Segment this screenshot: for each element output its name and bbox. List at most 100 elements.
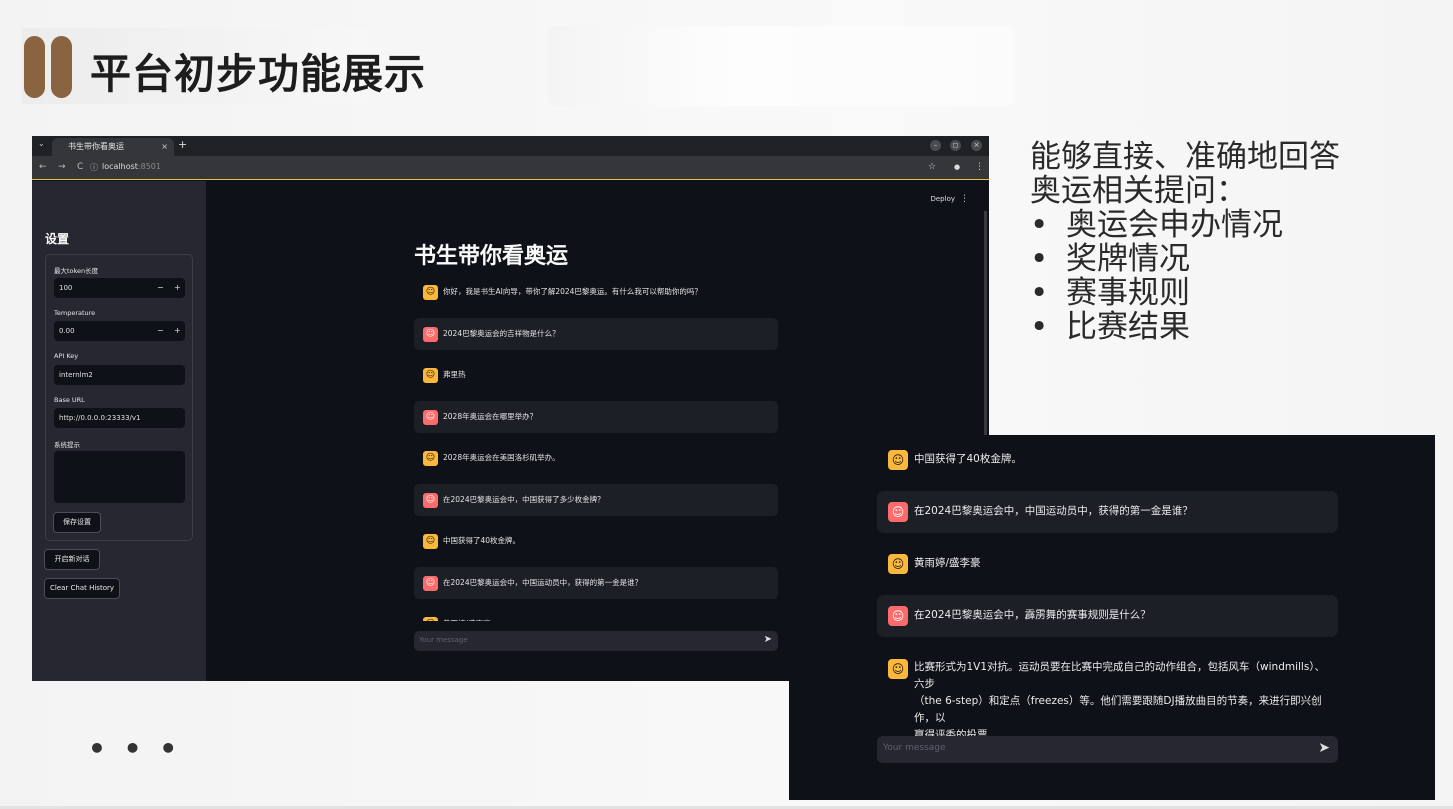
minimize-icon[interactable]: – [930, 140, 941, 151]
bot-avatar-icon: ☺ [888, 554, 908, 574]
message-user: ☺ 在2024巴黎奥运会中，中国运动员中，获得的第一金是谁？ [414, 566, 778, 599]
max-token-input[interactable]: 100 − + [54, 278, 185, 298]
save-settings-button[interactable]: 保存设置 [53, 512, 101, 533]
profile-icon[interactable]: ● [954, 163, 960, 171]
forward-icon[interactable]: → [58, 162, 66, 172]
feature-list: 能够直接、准确地回答 奥运相关提问： 奥运会申办情况 奖牌情况 赛事规则 比赛结… [1030, 140, 1340, 344]
tab-list-icon[interactable]: ⌄ [38, 139, 45, 148]
message-bot: ☺ 黄雨婷/盛李豪 [414, 608, 778, 621]
zoom-message-bot: ☺ 黄雨婷/盛李豪 [877, 549, 1338, 579]
window-close-icon[interactable]: × [971, 140, 982, 151]
zoom-message-text: 比赛形式为1V1对抗。运动员要在比赛中完成自己的动作组合，包括风车（windmi… [914, 659, 1334, 744]
new-chat-button[interactable]: 开启新对话 [44, 549, 100, 570]
new-tab-icon[interactable]: + [178, 138, 187, 151]
zoom-message-line: 比赛形式为1V1对抗。运动员要在比赛中完成自己的动作组合，包括风车（windmi… [914, 661, 1326, 690]
chat-title: 书生带你看奥运 [414, 244, 569, 269]
zoom-chat-input[interactable]: Your message ➤ [877, 736, 1338, 763]
max-token-increment-icon[interactable]: + [174, 278, 181, 298]
reload-icon[interactable]: C [77, 162, 83, 172]
temperature-decrement-icon[interactable]: − [157, 321, 164, 341]
feature-item: 比赛结果 [1030, 310, 1340, 344]
maximize-icon[interactable]: ◻ [950, 140, 961, 151]
feature-item: 奥运会申办情况 [1030, 208, 1340, 242]
message-text: 中国获得了40枚金牌。 [443, 536, 521, 545]
feature-intro-line2: 奥运相关提问： [1030, 173, 1247, 209]
temperature-label: Temperature [54, 309, 96, 317]
message-text: 黄雨婷/盛李豪 [443, 618, 491, 621]
ellipsis: • • • [88, 732, 182, 765]
bot-avatar-icon: ☺ [423, 451, 438, 466]
message-user: ☺ 在2024巴黎奥运会中，中国获得了多少枚金牌？ [414, 483, 778, 516]
slide: 平台初步功能展示 ⌄ 书生带你看奥运 × + – ◻ × ← → C ⓘ loc… [0, 0, 1453, 809]
sidebar-title: 设置 [45, 232, 70, 246]
feature-intro-line1: 能够直接、准确地回答 [1030, 139, 1340, 175]
browser-tab[interactable]: 书生带你看奥运 × [52, 138, 174, 156]
app-menu-icon[interactable]: ⋮ [960, 194, 969, 204]
api-key-label: API Key [54, 352, 79, 360]
message-user: ☺ 2024巴黎奥运会的吉祥物是什么？ [414, 317, 778, 350]
clear-chat-button[interactable]: Clear Chat History [44, 578, 120, 599]
tab-close-icon[interactable]: × [161, 138, 168, 156]
user-avatar-icon: ☺ [888, 502, 908, 522]
user-avatar-icon: ☺ [888, 606, 908, 626]
send-icon[interactable]: ➤ [764, 634, 772, 645]
site-info-icon[interactable]: ⓘ [90, 162, 98, 173]
zoom-input-placeholder: Your message [883, 743, 946, 753]
zoom-message-user: ☺ 在2024巴黎奥运会中，中国运动员中，获得的第一金是谁？ [877, 491, 1338, 533]
bot-avatar-icon: ☺ [423, 368, 438, 383]
feature-item: 赛事规则 [1030, 276, 1340, 310]
zoom-message-text: 黄雨婷/盛李豪 [914, 557, 981, 569]
settings-form: 最大token长度 100 − + Temperature 0.00 − + A… [45, 254, 193, 541]
zoomed-chat: ☺ 中国获得了40枚金牌。 ☺ 在2024巴黎奥运会中，中国运动员中，获得的第一… [789, 435, 1435, 800]
max-token-value: 100 [59, 284, 73, 292]
bot-avatar-icon: ☺ [423, 534, 438, 549]
zoom-message-user: ☺ 在2024巴黎奥运会中，霹雳舞的赛事规则是什么？ [877, 595, 1338, 637]
message-bot: ☺ 2028年奥运会在美国洛杉矶举办。 [414, 442, 778, 474]
user-avatar-icon: ☺ [423, 575, 438, 591]
bookmark-star-icon[interactable]: ☆ [928, 162, 936, 172]
accent-pill-left [24, 36, 45, 98]
base-url-input[interactable]: http://0.0.0.0:23333/v1 [54, 408, 185, 428]
message-bot: ☺ 弗里热 [414, 359, 778, 391]
temperature-input[interactable]: 0.00 − + [54, 321, 185, 341]
system-prompt-label: 系统提示 [54, 441, 80, 449]
message-text: 弗里热 [443, 370, 466, 379]
url-port: :8501 [137, 162, 161, 171]
back-icon[interactable]: ← [39, 162, 47, 172]
bot-avatar-icon: ☺ [423, 617, 438, 621]
sidebar: 设置 最大token长度 100 − + Temperature 0.00 − … [32, 181, 206, 681]
zoom-send-icon[interactable]: ➤ [1318, 740, 1330, 756]
bot-avatar-icon: ☺ [423, 285, 438, 300]
message-bot: ☺ 中国获得了40枚金牌。 [414, 525, 778, 557]
message-text: 2028年奥运会在哪里举办？ [443, 411, 538, 421]
user-avatar-icon: ☺ [423, 492, 438, 508]
max-token-decrement-icon[interactable]: − [157, 278, 164, 298]
api-key-input[interactable]: internlm2 [54, 365, 185, 385]
base-url-label: Base URL [54, 396, 85, 404]
message-text: 你好，我是书生AI向导，带你了解2024巴黎奥运。有什么我可以帮助你的吗？ [443, 287, 702, 296]
tab-strip: ⌄ 书生带你看奥运 × + – ◻ × [32, 136, 989, 156]
address-bar: ← → C ⓘ localhost:8501 ☆ ● ⋮ [32, 156, 989, 180]
url-host: localhost [102, 162, 138, 171]
temperature-value: 0.00 [59, 327, 75, 335]
zoom-message-bot: ☺ 比赛形式为1V1对抗。运动员要在比赛中完成自己的动作组合，包括风车（wind… [877, 653, 1338, 741]
browser-menu-icon[interactable]: ⋮ [975, 162, 984, 172]
zoom-message-line: （the 6-step）和定点（freezes）等。他们需要跟随DJ播放曲目的节… [914, 695, 1322, 724]
deploy-button[interactable]: Deploy [930, 195, 955, 203]
slide-title: 平台初步功能展示 [90, 50, 426, 98]
chat-input-placeholder: Your message [419, 636, 468, 644]
tab-title: 书生带你看奥运 [68, 142, 124, 151]
temperature-increment-icon[interactable]: + [174, 321, 181, 341]
accent-pill-right [51, 36, 72, 98]
message-bot: ☺ 你好，我是书生AI向导，带你了解2024巴黎奥运。有什么我可以帮助你的吗？ [414, 276, 778, 308]
feature-item: 奖牌情况 [1030, 242, 1340, 276]
url-field[interactable]: localhost:8501 [102, 162, 161, 171]
chat-input[interactable]: Your message ➤ [414, 631, 778, 651]
zoom-message-text: 在2024巴黎奥运会中，中国运动员中，获得的第一金是谁？ [914, 505, 1193, 517]
zoom-message-text: 在2024巴黎奥运会中，霹雳舞的赛事规则是什么？ [914, 609, 1151, 621]
bot-avatar-icon: ☺ [888, 659, 908, 679]
max-token-label: 最大token长度 [54, 267, 99, 275]
system-prompt-textarea[interactable] [54, 451, 185, 503]
message-list: ☺ 你好，我是书生AI向导，带你了解2024巴黎奥运。有什么我可以帮助你的吗？ ☺ 2… [414, 276, 778, 621]
decorative-panel [548, 26, 1015, 106]
